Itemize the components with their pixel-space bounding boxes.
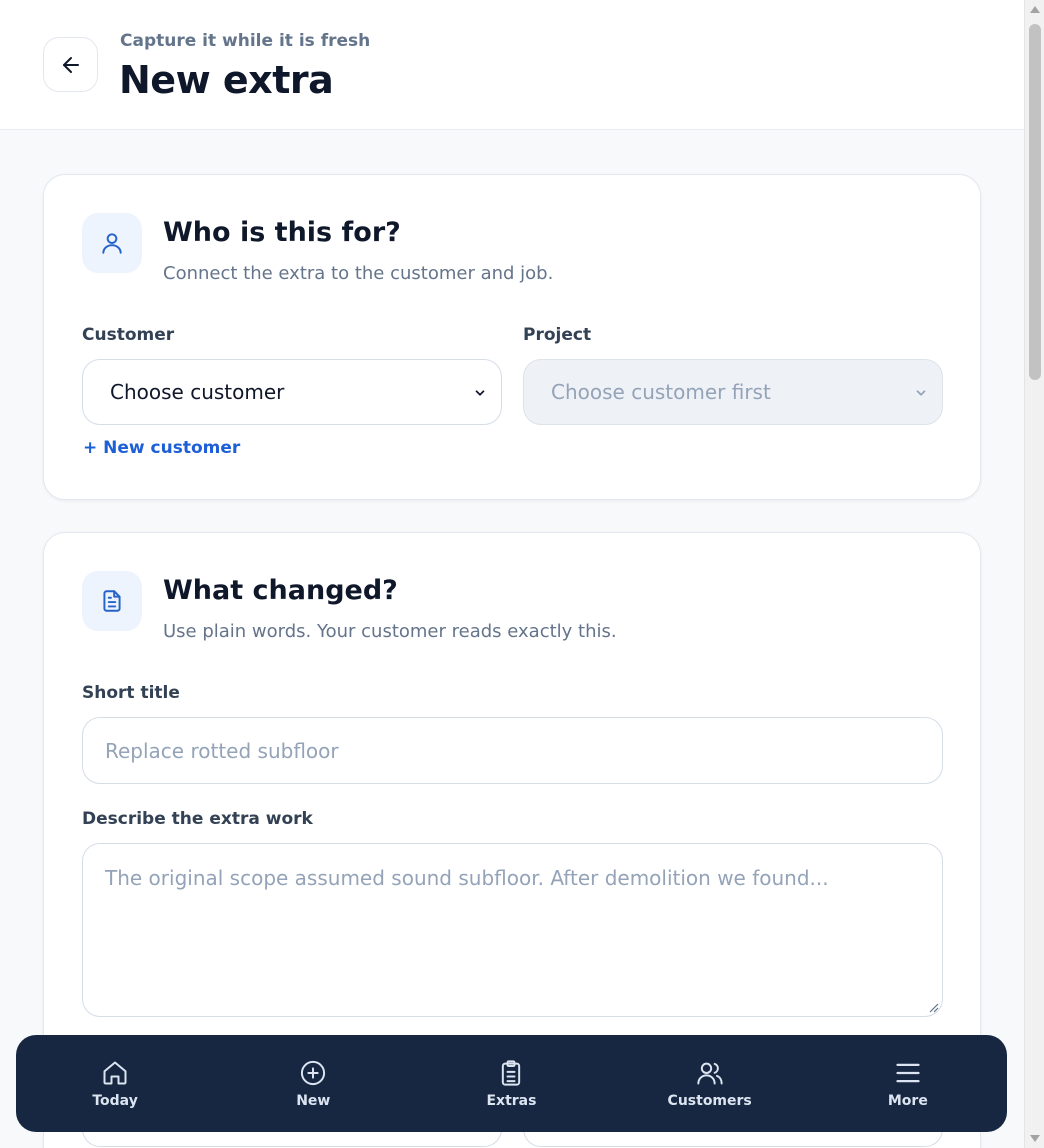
bottom-nav: Today New Extras Customers More xyxy=(16,1035,1007,1132)
resize-grip-icon[interactable] xyxy=(927,1001,939,1013)
chevron-down-icon xyxy=(916,390,926,396)
user-icon xyxy=(102,233,122,254)
description-placeholder: The original scope assumed sound subfloo… xyxy=(105,866,829,890)
nav-label: Extras xyxy=(486,1092,537,1109)
nav-item-today[interactable]: Today xyxy=(40,1059,190,1109)
scroll-up-arrow-icon[interactable] xyxy=(1030,6,1040,13)
section-subtitle: Connect the extra to the customer and jo… xyxy=(163,263,554,284)
nav-label: Customers xyxy=(667,1092,752,1109)
who-section-card: Who is this for? Connect the extra to th… xyxy=(43,174,981,500)
scroll-thumb[interactable] xyxy=(1029,24,1041,380)
chevron-down-icon xyxy=(475,390,485,396)
clipboard-list-icon xyxy=(502,1059,521,1086)
users-icon xyxy=(696,1062,723,1084)
document-icon xyxy=(103,590,121,612)
description-textarea[interactable]: The original scope assumed sound subfloo… xyxy=(82,843,943,1017)
new-customer-link[interactable]: + New customer xyxy=(83,438,240,458)
short-title-placeholder: Replace rotted subfloor xyxy=(105,738,339,763)
nav-label: New xyxy=(296,1092,331,1109)
nav-label: Today xyxy=(92,1092,138,1109)
app-viewport: Capture it while it is fresh New extra W… xyxy=(0,0,1024,1148)
page-eyebrow: Capture it while it is fresh xyxy=(120,31,371,51)
back-button[interactable] xyxy=(43,37,98,92)
arrow-left-icon xyxy=(62,56,79,73)
description-label: Describe the extra work xyxy=(82,809,313,829)
section-icon-container xyxy=(82,213,142,273)
project-select-value: Choose customer first xyxy=(551,380,771,404)
project-select[interactable]: Choose customer first xyxy=(523,359,943,425)
section-title: Who is this for? xyxy=(163,217,401,248)
page-scrollbar[interactable] xyxy=(1024,0,1044,1148)
nav-item-extras[interactable]: Extras xyxy=(436,1059,586,1109)
scroll-down-arrow-icon[interactable] xyxy=(1030,1135,1040,1142)
page-title: New extra xyxy=(119,58,334,102)
nav-item-new[interactable]: New xyxy=(238,1059,388,1109)
short-title-label: Short title xyxy=(82,683,180,703)
nav-label: More xyxy=(887,1092,928,1109)
plus-circle-icon xyxy=(301,1060,326,1085)
section-icon-container xyxy=(82,571,142,631)
menu-icon xyxy=(896,1063,920,1082)
page-header: Capture it while it is fresh New extra xyxy=(0,0,1024,130)
customer-label: Customer xyxy=(82,325,175,345)
section-subtitle: Use plain words. Your customer reads exa… xyxy=(163,621,617,642)
project-label: Project xyxy=(523,325,592,345)
home-icon xyxy=(103,1061,127,1084)
short-title-input[interactable]: Replace rotted subfloor xyxy=(82,717,943,784)
nav-item-customers[interactable]: Customers xyxy=(635,1059,785,1109)
section-title: What changed? xyxy=(163,575,398,606)
customer-select[interactable]: Choose customer xyxy=(82,359,502,425)
nav-item-more[interactable]: More xyxy=(833,1059,983,1109)
customer-select-value: Choose customer xyxy=(110,380,285,404)
